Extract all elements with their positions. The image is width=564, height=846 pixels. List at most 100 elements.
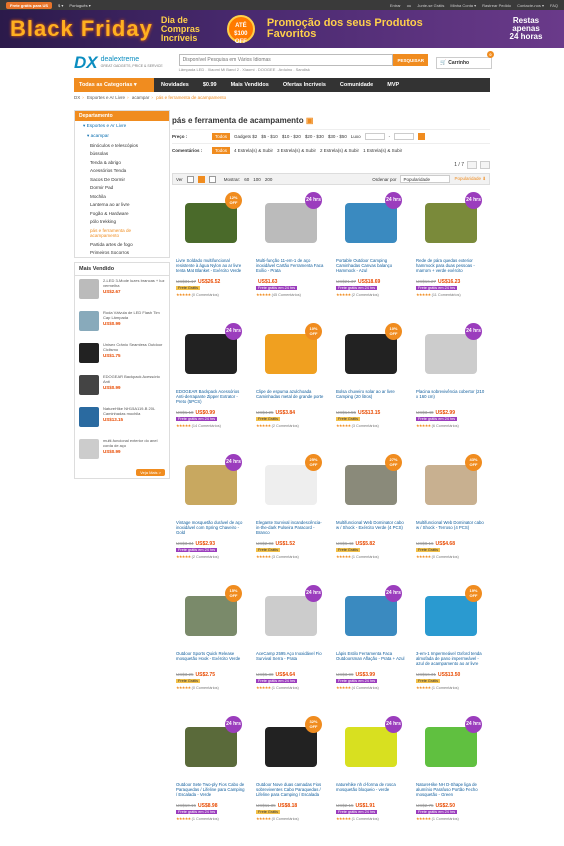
product-image[interactable]: 10% OFF [336,321,406,387]
dept-item[interactable]: Binóculos e telescópios [75,141,169,150]
dept-item[interactable]: pás e ferramenta de acampamento [75,226,169,240]
price-go-button[interactable] [418,133,426,140]
dept-level2[interactable]: ▾ acampar [75,131,169,141]
dept-item[interactable]: Fogão & Hardware [75,209,169,218]
nav-item[interactable]: Mais Vendidos [224,82,276,88]
nav-item[interactable]: Ofertas Incríveis [276,82,333,88]
search-hints[interactable]: Lâmpada LED . Xiaomi Mi Band 2 . Xiaomi … [179,67,428,72]
dept-item[interactable]: Acessórios Tenda [75,167,169,176]
list-view-icon[interactable] [186,175,194,183]
price-option[interactable]: Gadgets $2 [234,134,257,139]
currency-select[interactable]: $ ▾ [58,3,63,8]
popularity-sort[interactable]: Popularidade ⬇ [454,176,486,182]
search-input[interactable] [178,54,394,66]
product-card[interactable]: 10% OFF Clipe de espuma azulchoada Caminh… [252,319,330,447]
dept-item[interactable]: Mochila [75,192,169,201]
product-title[interactable]: NatureHike NH D-Shape liga de alumínio P… [416,782,486,802]
product-title[interactable]: Livre Soldado multifuncional resistente … [176,258,246,278]
nav-item[interactable]: Comunidade [333,82,380,88]
product-title[interactable]: Rede de pára quedas exterior hammock par… [416,258,486,278]
login-link[interactable]: Entrar [390,3,401,8]
product-card[interactable]: 24 hrs Lápis Estilo Ferramenta Faca Outdo… [332,581,410,709]
dept-item[interactable]: Partida artes de fogo [75,240,169,249]
product-card[interactable]: 15% OFF Outdoor Sports Quick Release mosq… [172,581,250,709]
review-option[interactable]: 1 Estrela(s) & Subir [363,148,402,153]
product-card[interactable]: 24 hrs NatureHike NH D-Shape liga de alum… [412,712,490,840]
product-rating[interactable]: ★★★★★ (0 Comentários) [416,554,486,559]
price-option[interactable]: $10 - $20 [282,134,301,139]
best-seller-item[interactable]: multi-funcional exterior do anel corda d… [75,436,169,468]
dept-item[interactable]: Primeiros Socorros [75,249,169,258]
product-card[interactable]: 43% OFF Multifuncional Web Dominator cabo… [412,450,490,578]
dept-item[interactable]: Dormir Pad [75,184,169,193]
product-card[interactable]: 24 hrs Multi-função 11-em-1 de aço inoxid… [252,188,330,316]
nav-item[interactable]: MVP [380,82,406,88]
large-view-icon[interactable] [208,175,216,183]
best-seller-item[interactable]: 2-LED 3-Mode luzes brancas + luz vermelh… [75,276,169,308]
product-title[interactable]: Placina sobrevivência cobertor (210 x 16… [416,389,486,409]
product-rating[interactable]: ★★★★★ (4 Comentários) [336,685,406,690]
product-title[interactable]: Multifuncional Web Dominator cabo w / Sh… [336,520,406,540]
search-button[interactable]: PESQUISAR [393,54,428,66]
best-seller-item[interactable]: EDOGEAR Backpack Acessório Anti US$0.99 [75,372,169,404]
best-seller-item[interactable]: Unisex Crânio Seamless Outdoor Ciclismo U… [75,340,169,372]
dept-item[interactable]: Sacos De Dormir [75,175,169,184]
price-min-input[interactable] [364,133,385,140]
product-title[interactable]: Multi-função 11-em-1 de aço inoxidável C… [256,258,326,278]
product-card[interactable]: 24 hrs naturehike nh d-forma de rosca mos… [332,712,410,840]
product-rating[interactable]: ★★★★★ (14 Comentários) [176,423,246,428]
product-rating[interactable]: ★★★★★ (0 Comentários) [176,685,246,690]
account-link[interactable]: Minha Conta ▾ [450,3,476,8]
product-image[interactable]: 24 hrs [336,714,406,780]
product-image[interactable]: 10% OFF [256,321,326,387]
price-option[interactable]: Luxo [351,134,361,139]
product-rating[interactable]: ★★★★★ (1 Comentários) [336,816,406,821]
product-title[interactable]: AceCamp 2595 Aço Inoxidável Fio Survival… [256,651,326,671]
rss-icon[interactable]: ▣ [306,116,314,125]
nav-item[interactable]: Novidades [154,82,196,88]
product-image[interactable]: 24 hrs [176,714,246,780]
product-card[interactable]: 24 hrs Rede de pára quedas exterior hammo… [412,188,490,316]
track-link[interactable]: Rastrear Pedido [482,3,511,8]
show-count-option[interactable]: 60 [244,177,249,182]
product-card[interactable]: 24 hrs Portable Outdoor Camping Caminhada… [332,188,410,316]
product-card[interactable]: 12% OFF Livre Soldado multifuncional resi… [172,188,250,316]
product-image[interactable]: 24 hrs [256,190,326,256]
product-title[interactable]: Elegante Survival incandescência-in-the-… [256,520,326,540]
see-more-button[interactable]: Veja Mais > [136,469,165,476]
cart-button[interactable]: 🛒 Carrinho 0 [436,51,494,69]
product-rating[interactable]: ★★★★★ (3 Comentários) [256,554,326,559]
price-option[interactable]: Todos [212,133,231,140]
product-title[interactable]: Lápis Estilo Ferramenta Faca Outdoorsman… [336,651,406,671]
product-image[interactable]: 24 hrs [336,583,406,649]
product-card[interactable]: 27% OFF Multifuncional Web Dominator cabo… [332,450,410,578]
product-title[interactable]: Outdoor Sete Two-ply Fios Cabo de Paraqu… [176,782,246,802]
join-link[interactable]: Junte-se Grátis [417,3,444,8]
product-rating[interactable]: ★★★★★ (11 Comentários) [416,292,486,297]
product-rating[interactable]: ★★★★★ (1 Comentários) [416,685,486,690]
review-option[interactable]: 4 Estrela(s) & Subir [234,148,273,153]
price-max-input[interactable] [394,133,415,140]
product-card[interactable]: 24 hrs EDOGEAR Backpack Acessórios Anti-d… [172,319,250,447]
nav-item[interactable]: $0.99 [196,82,224,88]
faq-link[interactable]: FAQ [550,3,558,8]
product-card[interactable]: 25% OFF Elegante Survival incandescência-… [252,450,330,578]
best-seller-item[interactable]: NatureHike NH15A119-B 20L Caminhadas moc… [75,404,169,436]
product-rating[interactable]: ★★★★★ (2 Comentários) [256,423,326,428]
product-title[interactable]: Outdoor Nove duas camadas Fios sobrevive… [256,782,326,802]
review-option[interactable]: Todos [212,147,231,154]
product-image[interactable]: 24 hrs [416,190,486,256]
product-image[interactable]: 24 hrs [416,321,486,387]
all-categories-menu[interactable]: Todas as Categorias ▾ [74,78,154,92]
product-title[interactable]: Portable Outdoor Camping Caminhadas Canv… [336,258,406,278]
best-seller-item[interactable]: Roda Válvula de LED Flash Tim Cap Lâmpad… [75,308,169,340]
dept-item[interactable]: pólo trekking [75,218,169,227]
product-title[interactable]: Bolsa chuveiro solar ao ar livre Camping… [336,389,406,409]
product-image[interactable]: 19% OFF [416,583,486,649]
product-title[interactable]: 3-em-1 Impermeável Oxford tenda almofada… [416,651,486,671]
product-card[interactable]: 24 hrs Placina sobrevivência cobertor (21… [412,319,490,447]
order-select[interactable]: Popularidade [400,175,451,183]
product-title[interactable]: Clipe de espuma azulchoada Caminhadas me… [256,389,326,409]
free-ship-badge[interactable]: Frete grátis para US [6,1,53,9]
product-title[interactable]: Vintage mosquetão durável de aço inoxidá… [176,520,246,540]
